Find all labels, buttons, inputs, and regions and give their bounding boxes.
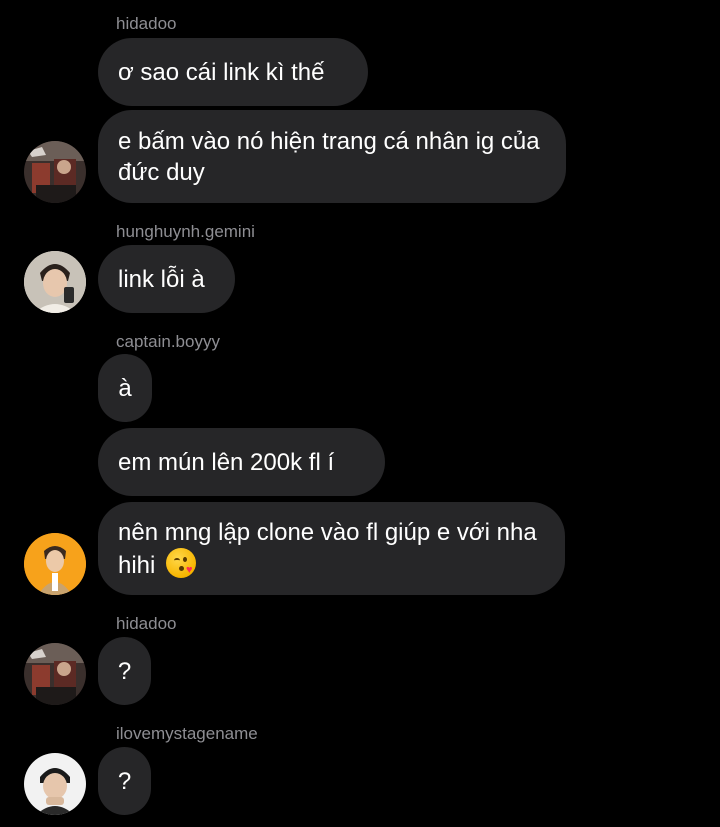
- sender-username[interactable]: captain.boyyy: [116, 332, 220, 352]
- avatar[interactable]: [24, 533, 86, 595]
- message-bubble[interactable]: link lỗi à: [98, 245, 235, 313]
- message-bubble[interactable]: ơ sao cái link kì thế: [98, 38, 368, 106]
- sender-username[interactable]: hidadoo: [116, 614, 177, 634]
- message-bubble[interactable]: ?: [98, 637, 151, 705]
- message-text: ?: [117, 767, 132, 795]
- avatar-photo-icon: [24, 533, 86, 595]
- avatar[interactable]: [24, 753, 86, 815]
- message-text: link lỗi à: [118, 265, 205, 293]
- avatar[interactable]: [24, 643, 86, 705]
- avatar[interactable]: [24, 251, 86, 313]
- avatar-photo-icon: [24, 251, 86, 313]
- avatar[interactable]: [24, 141, 86, 203]
- sender-username[interactable]: ilovemystagename: [116, 724, 258, 744]
- face-blowing-kiss-icon: ♥: [166, 547, 197, 578]
- message-bubble[interactable]: à: [98, 354, 152, 422]
- avatar-photo-icon: [24, 753, 86, 815]
- message-text: ơ sao cái link kì thế: [118, 58, 325, 86]
- sender-username[interactable]: hidadoo: [116, 14, 177, 34]
- avatar-photo-icon: [24, 643, 86, 705]
- message-bubble[interactable]: e bấm vào nó hiện trang cá nhân ig của đ…: [98, 110, 566, 203]
- message-text: ?: [117, 657, 132, 685]
- message-bubble[interactable]: em mún lên 200k fl í: [98, 428, 385, 496]
- avatar-photo-icon: [24, 141, 86, 203]
- message-text: e bấm vào nó hiện trang cá nhân ig của đ…: [118, 127, 540, 186]
- message-text: em mún lên 200k fl í: [118, 448, 335, 476]
- message-text: à: [118, 374, 132, 402]
- message-bubble[interactable]: nên mng lập clone vào fl giúp e với nha …: [98, 502, 565, 595]
- sender-username[interactable]: hunghuynh.gemini: [116, 222, 255, 242]
- message-bubble[interactable]: ?: [98, 747, 151, 815]
